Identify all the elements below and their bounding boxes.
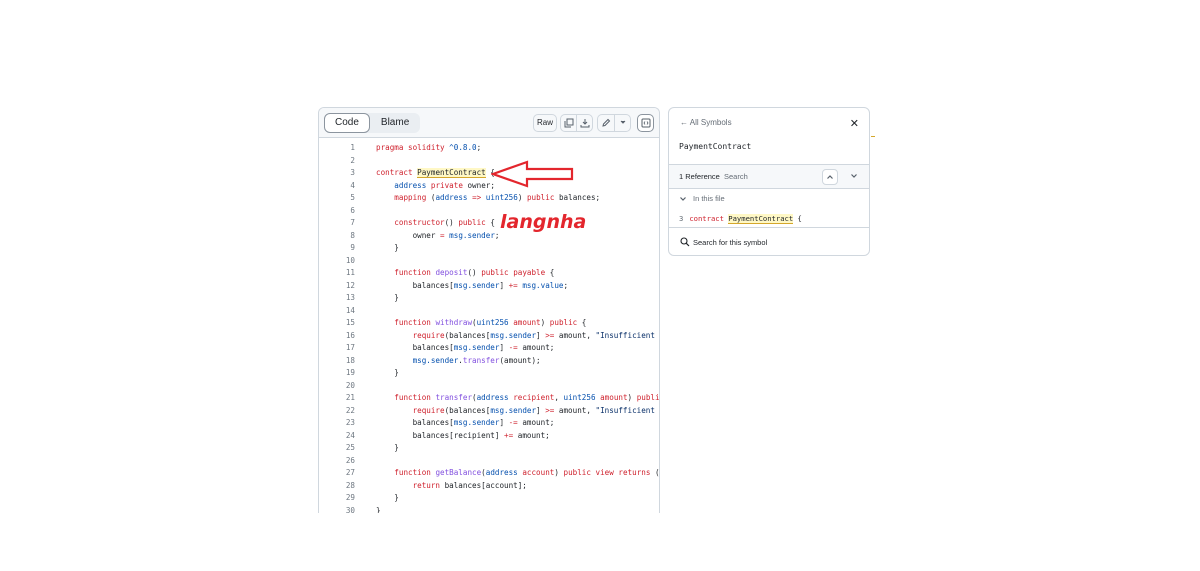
copy-icon <box>564 118 573 128</box>
copy-button[interactable] <box>560 114 576 132</box>
code-text: require(balances[msg.sender] >= amount, … <box>412 405 655 415</box>
references-search-input[interactable]: Search <box>724 172 748 181</box>
code-view: 1 pragma solidity ^0.8.0; 2 3 contract Payme… <box>319 141 659 513</box>
all-symbols-link[interactable]: ← All Symbols <box>680 118 732 127</box>
code-text: } <box>376 505 381 514</box>
line-number[interactable]: 17 <box>319 342 355 354</box>
search-for-symbol-label: Search for this symbol <box>693 238 768 247</box>
code-text: function getBalance(address account) pub… <box>394 468 660 477</box>
code-text: contract PaymentContract { <box>376 168 495 178</box>
code-text: } <box>376 368 399 377</box>
symbols-button[interactable] <box>637 114 654 132</box>
code-toolbar: Code Blame Raw <box>319 108 659 138</box>
code-text: } <box>376 293 399 302</box>
line-number[interactable]: 25 <box>319 442 355 454</box>
line-number[interactable]: 12 <box>319 280 355 292</box>
code-text: balances[msg.sender] += msg.value; <box>376 280 569 290</box>
tab-blame[interactable]: Blame <box>370 113 420 133</box>
line-number[interactable]: 27 <box>319 467 355 479</box>
next-reference-button[interactable] <box>847 169 861 183</box>
chevron-up-icon <box>827 175 833 179</box>
code-text: pragma solidity ^0.8.0; <box>376 143 482 152</box>
file-group-toggle[interactable]: In this file <box>679 194 725 203</box>
handwritten-annotation: langnha <box>500 211 587 233</box>
code-text: mapping (address => uint256) public bala… <box>394 193 601 202</box>
line-number[interactable]: 14 <box>319 305 355 317</box>
line-number[interactable]: 9 <box>319 242 355 254</box>
line-number[interactable]: 10 <box>319 255 355 267</box>
code-text: } <box>376 493 399 502</box>
code-text: } <box>376 243 399 252</box>
line-number[interactable]: 4 <box>319 180 355 192</box>
symbol-name: PaymentContract <box>679 142 752 151</box>
file-group-label: In this file <box>693 194 725 203</box>
line-number[interactable]: 11 <box>319 267 355 279</box>
line-number[interactable]: 29 <box>319 492 355 504</box>
line-number[interactable]: 26 <box>319 455 355 467</box>
line-number[interactable]: 30 <box>319 505 355 514</box>
download-button[interactable] <box>576 114 593 132</box>
line-number[interactable]: 1 <box>319 142 355 154</box>
code-text: } <box>376 443 399 452</box>
tab-code[interactable]: Code <box>324 113 370 133</box>
reference-line-number: 3 <box>679 214 684 223</box>
code-text: function withdraw(uint256 amount) public… <box>394 318 587 327</box>
reference-keyword: contract <box>689 214 724 223</box>
close-icon[interactable]: ✕ <box>850 117 859 130</box>
chevron-down-icon <box>620 120 625 124</box>
line-number[interactable]: 19 <box>319 367 355 379</box>
line-number[interactable]: 20 <box>319 380 355 392</box>
all-symbols-label: All Symbols <box>689 118 732 127</box>
line-number[interactable]: 22 <box>319 405 355 417</box>
raw-button[interactable]: Raw <box>533 114 557 132</box>
line-number[interactable]: 6 <box>319 205 355 217</box>
symbols-icon <box>641 118 650 128</box>
code-text: function transfer(address recipient, uin… <box>394 393 660 402</box>
edit-button[interactable] <box>597 114 614 132</box>
reference-brace: { <box>797 214 802 223</box>
line-number[interactable]: 24 <box>319 430 355 442</box>
line-number[interactable]: 8 <box>319 230 355 242</box>
chevron-down-icon <box>680 197 686 201</box>
code-text: constructor() public { <box>394 218 495 227</box>
line-number[interactable]: 18 <box>319 355 355 367</box>
code-text: balances[msg.sender] -= amount; <box>376 418 555 427</box>
chevron-down-icon <box>851 174 857 178</box>
previous-reference-button[interactable] <box>822 169 838 185</box>
reference-item[interactable]: 3 contract PaymentContract { <box>679 214 802 224</box>
line-number[interactable]: 23 <box>319 417 355 429</box>
edit-dropdown-button[interactable] <box>614 114 631 132</box>
line-number[interactable]: 5 <box>319 192 355 204</box>
red-arrow-annotation-icon <box>491 160 574 188</box>
scroll-marker <box>871 136 875 137</box>
reference-count: 1 Reference <box>679 172 720 181</box>
code-panel: Code Blame Raw 1 pragma solidity ^0.8.0; 2… <box>318 107 660 513</box>
search-for-symbol-button[interactable]: Search for this symbol <box>669 227 869 255</box>
reference-symbol: PaymentContract <box>728 214 794 224</box>
code-text: balances[msg.sender] -= amount; <box>376 343 555 352</box>
download-icon <box>580 119 589 128</box>
line-number[interactable]: 13 <box>319 292 355 304</box>
code-text: msg.sender.transfer(amount); <box>412 355 541 365</box>
symbols-header: ← All Symbols ✕ PaymentContract <box>669 108 869 165</box>
line-number[interactable]: 15 <box>319 317 355 329</box>
code-text: address private owner; <box>394 180 495 190</box>
arrow-left-icon: ← <box>680 118 688 127</box>
pencil-icon <box>602 118 611 127</box>
code-text: return balances[account]; <box>412 480 527 490</box>
line-number[interactable]: 7 <box>319 217 355 229</box>
line-number[interactable]: 28 <box>319 480 355 492</box>
line-number[interactable]: 3 <box>319 167 355 179</box>
code-text: function deposit() public payable { <box>394 268 555 277</box>
references-bar: 1 Reference Search <box>669 165 869 189</box>
view-toggle: Code Blame <box>324 113 421 133</box>
line-number[interactable]: 16 <box>319 330 355 342</box>
search-icon <box>680 237 690 247</box>
symbols-panel: ← All Symbols ✕ PaymentContract 1 Refere… <box>668 107 870 256</box>
line-number[interactable]: 21 <box>319 392 355 404</box>
code-text: require(balances[msg.sender] >= amount, … <box>412 330 655 340</box>
code-text: balances[recipient] += amount; <box>376 430 550 440</box>
code-text: owner = msg.sender; <box>376 230 500 240</box>
line-number[interactable]: 2 <box>319 155 355 167</box>
